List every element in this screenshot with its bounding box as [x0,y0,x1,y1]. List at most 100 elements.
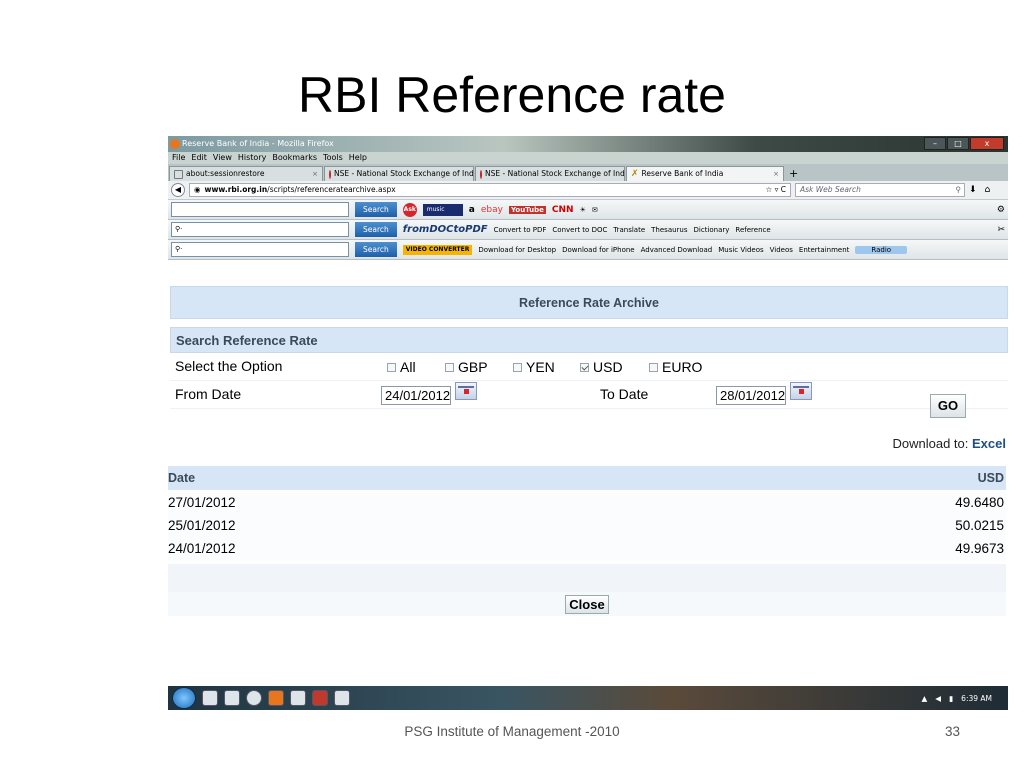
excel-link[interactable]: Excel [972,436,1006,451]
checkbox-euro[interactable] [649,362,658,372]
tab-session-restore[interactable]: about:sessionrestore × [169,166,323,181]
system-tray: ▲ ◀ ▮ 6:39 AM [921,694,1008,703]
menu-edit[interactable]: Edit [191,152,207,164]
tab-rbi[interactable]: ✗ Reserve Bank of India × [626,166,784,181]
from-date-input[interactable]: 24/01/2012 [381,386,451,405]
volume-icon[interactable]: ◀ [935,694,941,703]
search-icon[interactable]: ⚲ [956,184,962,196]
explorer-icon[interactable] [202,690,218,706]
tab-nse-2[interactable]: NSE - National Stock Exchange of Ind... … [475,166,625,181]
menu-help[interactable]: Help [349,152,367,164]
home-icon[interactable]: ⌂ [985,185,991,195]
mail-icon[interactable]: ✉ [592,206,598,214]
checkbox-all[interactable] [387,362,396,372]
tab-bar: about:sessionrestore × NSE - National St… [168,164,1008,181]
globe-icon: ◉ [194,185,201,194]
option-all[interactable]: All [387,359,416,375]
close-window-icon[interactable]: x [970,137,1004,150]
toolbar-video: ⚲· Search VIDEO CONVERTER Download for D… [168,240,1008,260]
music-videos-button[interactable]: Music Videos [718,246,763,254]
to-date-input[interactable]: 28/01/2012 [716,386,786,405]
toolbar3-search-input[interactable]: ⚲· [171,242,349,257]
youtube-icon[interactable]: YouTube [508,205,546,214]
back-arrow-icon[interactable]: ◀ [171,183,185,197]
dictionary-button[interactable]: Dictionary [694,226,730,234]
menu-history[interactable]: History [238,152,266,164]
checkbox-usd[interactable] [580,362,589,372]
maximize-icon[interactable]: □ [947,137,969,150]
radio-dropdown[interactable]: Radio [855,245,908,254]
option-label: GBP [458,359,488,375]
results-header: Date USD [168,466,1006,490]
cnn-icon[interactable]: CNN [552,205,574,215]
url-path: /scripts/referenceratearchive.aspx [267,185,396,194]
menu-view[interactable]: View [213,152,232,164]
ask-logo-icon[interactable]: Ask [402,202,417,217]
toolbar2-search-button[interactable]: Search [355,222,397,237]
tab-nse-1[interactable]: NSE - National Stock Exchange of Ind... … [324,166,474,181]
advanced-download-button[interactable]: Advanced Download [641,246,713,254]
menu-file[interactable]: File [172,152,185,164]
checkbox-gbp[interactable] [445,362,454,372]
toolbar3-search-button[interactable]: Search [355,242,397,257]
option-gbp[interactable]: GBP [445,359,488,375]
download-iphone-button[interactable]: Download for iPhone [562,246,635,254]
new-tab-button[interactable]: + [785,167,802,181]
windows-taskbar: ▲ ◀ ▮ 6:39 AM [168,686,1008,710]
convert-to-pdf-button[interactable]: Convert to PDF [494,226,547,234]
translate-button[interactable]: Translate [613,226,645,234]
row-date: 25/01/2012 [168,518,236,533]
ebay-icon[interactable]: ebay [481,205,503,215]
web-search-input[interactable]: Ask Web Search ⚲ [795,183,965,197]
videos-button[interactable]: Videos [770,246,793,254]
from-calendar-icon[interactable] [455,382,477,400]
notes-icon[interactable] [290,690,306,706]
download-icon[interactable]: ⬇ [969,185,977,195]
slide-footer: PSG Institute of Management -2010 [404,724,620,739]
chrome-icon[interactable] [246,690,262,706]
row-usd: 50.0215 [955,518,1004,533]
powerpoint-icon[interactable] [312,690,328,706]
scissors-icon[interactable]: ✂ [997,225,1005,235]
convert-to-doc-button[interactable]: Convert to DOC [552,226,607,234]
toolbar-search-button[interactable]: Search [355,202,397,217]
option-yen[interactable]: YEN [513,359,555,375]
close-button[interactable]: Close [565,595,609,614]
option-label: YEN [526,359,555,375]
toolbar2-search-input[interactable]: ⚲· [171,222,349,237]
clock[interactable]: 6:39 AM [961,694,992,703]
reference-button[interactable]: Reference [735,226,770,234]
firefox-taskbar-icon[interactable] [268,690,284,706]
option-euro[interactable]: EURO [649,359,702,375]
toolbar-pdf: ⚲· Search fromDOCtoPDF Convert to PDF Co… [168,220,1008,240]
music-dropdown[interactable]: music [422,203,463,216]
video-converter-logo[interactable]: VIDEO CONVERTER [402,244,473,255]
settings-icon[interactable]: ⚙ [997,205,1005,215]
minimize-icon[interactable]: – [924,137,946,150]
nse-icon [480,169,482,179]
media-icon[interactable] [224,690,240,706]
option-usd[interactable]: USD [580,359,623,375]
tab-close-icon[interactable]: × [773,167,779,181]
download-desktop-button[interactable]: Download for Desktop [478,246,556,254]
thesaurus-button[interactable]: Thesaurus [651,226,687,234]
start-button[interactable] [172,687,196,709]
menu-tools[interactable]: Tools [323,152,343,164]
tray-arrow-icon[interactable]: ▲ [921,694,927,703]
url-bar[interactable]: ◉ www.rbi.org.in/scripts/referenceratear… [189,183,791,197]
amazon-icon[interactable]: a [469,205,475,215]
bookmark-star-icon[interactable]: ☆ ▿ C [766,184,791,196]
firefox-icon [170,139,180,149]
slide-title: RBI Reference rate [298,67,726,123]
toolbar-search-input[interactable] [171,202,349,217]
network-icon[interactable]: ▮ [949,694,953,703]
checkbox-yen[interactable] [513,362,522,372]
go-button[interactable]: GO [930,394,966,418]
menu-bookmarks[interactable]: Bookmarks [272,152,317,164]
fromdoctopdf-logo[interactable]: fromDOCtoPDF [403,224,488,235]
app-icon[interactable] [334,690,350,706]
weather-icon[interactable]: ☀ [580,206,586,214]
to-calendar-icon[interactable] [790,382,812,400]
entertainment-button[interactable]: Entertainment [799,246,850,254]
tab-close-icon[interactable]: × [312,167,318,181]
